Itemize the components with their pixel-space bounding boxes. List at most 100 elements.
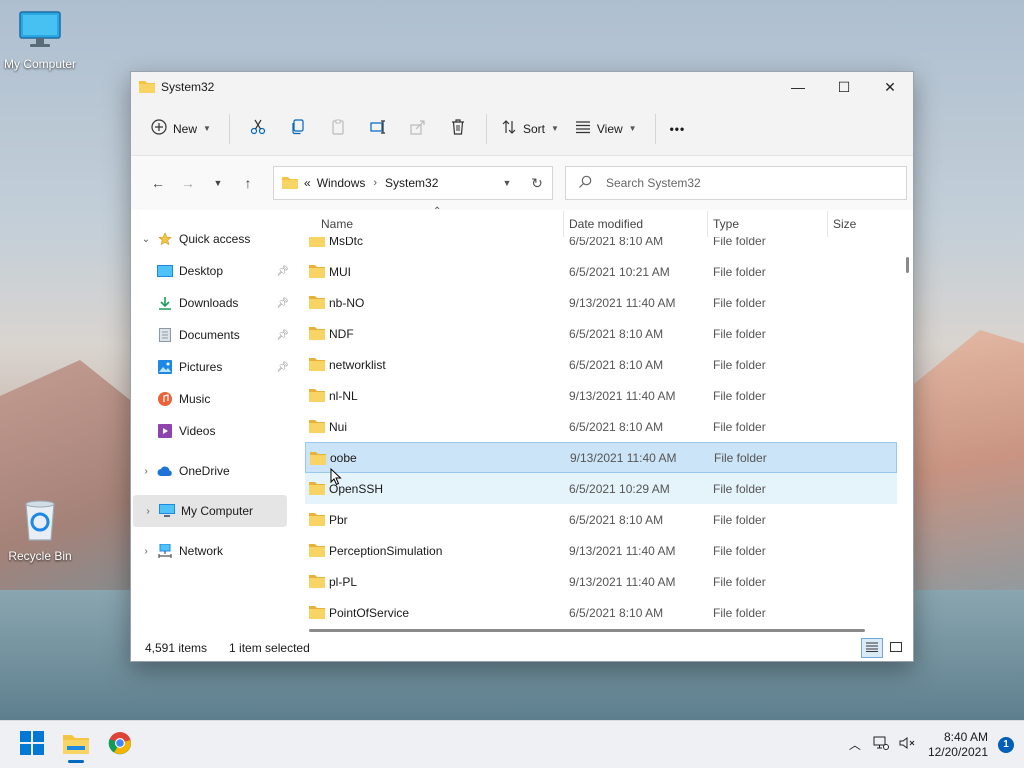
breadcrumb-overflow[interactable]: «	[304, 176, 311, 190]
table-row[interactable]: nl-NL 9/13/2021 11:40 AM File folder	[305, 380, 897, 411]
network-status-button[interactable]	[868, 729, 894, 761]
column-header-name[interactable]: Name	[321, 217, 353, 231]
chevron-down-icon[interactable]: ⌄	[139, 234, 153, 245]
sidebar-item-music[interactable]: Music	[131, 383, 291, 415]
folder-icon	[139, 79, 155, 96]
forward-button[interactable]: →	[173, 168, 203, 198]
breadcrumb-system32[interactable]: System32	[385, 176, 438, 190]
sidebar-item-downloads[interactable]: Downloads 📌︎	[131, 287, 291, 319]
taskbar-chrome[interactable]	[100, 725, 140, 765]
column-divider[interactable]	[827, 211, 828, 237]
column-header-date-modified[interactable]: Date modified	[569, 217, 643, 231]
cut-button[interactable]	[238, 113, 278, 145]
table-row[interactable]: PointOfService 6/5/2021 8:10 AM File folde…	[305, 597, 897, 623]
table-row[interactable]: NDF 6/5/2021 8:10 AM File folder	[305, 318, 897, 349]
sort-ascending-icon: ⌃	[433, 206, 442, 217]
table-row[interactable]: oobe 9/13/2021 11:40 AM File folder	[305, 442, 897, 473]
sidebar-item-label: Music	[179, 392, 211, 406]
sidebar-item-quick-access[interactable]: ⌄ Quick access	[131, 223, 291, 255]
vertical-scrollbar-thumb[interactable]	[906, 257, 909, 273]
volume-button[interactable]	[894, 729, 920, 761]
table-row[interactable]: networklist 6/5/2021 8:10 AM File folder	[305, 349, 897, 380]
sidebar-item-label: Quick access	[179, 232, 251, 246]
address-bar[interactable]: « Windows › System32 ▼ ↻	[273, 166, 553, 200]
file-type: File folder	[713, 574, 766, 589]
vertical-scrollbar[interactable]	[903, 237, 909, 623]
sidebar-item-my-computer[interactable]: › My Computer	[133, 495, 287, 527]
monitor-icon	[159, 503, 175, 519]
file-type: File folder	[713, 605, 766, 620]
recent-locations-button[interactable]: ▼	[203, 168, 233, 198]
more-options-button[interactable]: •••	[664, 113, 692, 145]
search-box[interactable]: Search System32	[565, 166, 907, 200]
refresh-icon: ↻	[531, 174, 543, 191]
view-button[interactable]: View ▼	[569, 113, 643, 145]
start-button[interactable]	[12, 725, 52, 765]
rename-button[interactable]	[358, 113, 398, 145]
table-row[interactable]: PerceptionSimulation 9/13/2021 11:40 AM Fi…	[305, 535, 897, 566]
back-button[interactable]: ←	[143, 168, 173, 198]
column-divider[interactable]	[563, 211, 564, 237]
download-arrow-icon	[157, 295, 173, 311]
table-row[interactable]: OpenSSH 6/5/2021 10:29 AM File folder	[305, 473, 897, 504]
delete-button[interactable]	[438, 113, 478, 145]
star-icon	[157, 231, 173, 247]
file-name: nl-NL	[329, 388, 358, 403]
desktop-icon-my-computer[interactable]: My Computer	[0, 10, 80, 71]
sidebar-item-desktop[interactable]: Desktop 📌︎	[131, 255, 291, 287]
table-row[interactable]: MsDtc 6/5/2021 8:10 AM File folder	[305, 237, 897, 256]
search-placeholder: Search System32	[606, 176, 701, 190]
sidebar-item-videos[interactable]: Videos	[131, 415, 291, 447]
horizontal-scrollbar-thumb[interactable]	[309, 629, 865, 632]
file-type: File folder	[713, 388, 766, 403]
sidebar-item-label: Downloads	[179, 296, 239, 310]
column-header-size[interactable]: Size	[833, 217, 856, 231]
file-name: PerceptionSimulation	[329, 543, 443, 558]
sidebar-item-onedrive[interactable]: › OneDrive	[131, 455, 291, 487]
breadcrumb-windows[interactable]: Windows	[317, 176, 366, 190]
clock-date: 12/20/2021	[927, 744, 988, 759]
paste-button[interactable]	[318, 113, 358, 145]
sort-button[interactable]: Sort ▼	[495, 113, 565, 145]
recycle-bin-icon	[0, 498, 80, 545]
pin-icon: 📌︎	[276, 265, 289, 277]
table-row[interactable]: Nui 6/5/2021 8:10 AM File folder	[305, 411, 897, 442]
chevron-right-icon[interactable]: ›	[139, 466, 153, 477]
maximize-button[interactable]: ☐	[821, 72, 867, 102]
table-row[interactable]: MUI 6/5/2021 10:21 AM File folder	[305, 256, 897, 287]
sidebar-item-network[interactable]: › Network	[131, 535, 291, 567]
clock[interactable]: 8:40 AM 12/20/2021	[928, 730, 988, 760]
new-button[interactable]: New ▼	[145, 113, 217, 145]
picture-icon	[157, 359, 173, 375]
up-button[interactable]: ↑	[233, 168, 263, 198]
close-button[interactable]: ✕	[867, 72, 913, 102]
folder-icon	[309, 543, 325, 560]
chevron-right-icon[interactable]: ›	[139, 546, 153, 557]
desktop-icon-recycle-bin[interactable]: Recycle Bin	[0, 498, 80, 563]
details-view-button[interactable]	[861, 638, 883, 658]
document-icon	[157, 327, 173, 343]
table-row[interactable]: Pbr 6/5/2021 8:10 AM File folder	[305, 504, 897, 535]
file-name: MUI	[329, 264, 351, 279]
copy-button[interactable]	[278, 113, 318, 145]
sidebar-item-documents[interactable]: Documents 📌︎	[131, 319, 291, 351]
minimize-button[interactable]: —	[775, 72, 821, 102]
file-type: File folder	[713, 295, 766, 310]
column-divider[interactable]	[707, 211, 708, 237]
taskbar-file-explorer[interactable]	[56, 725, 96, 765]
table-row[interactable]: pl-PL 9/13/2021 11:40 AM File folder	[305, 566, 897, 597]
notification-badge[interactable]: 1	[998, 736, 1014, 753]
table-row[interactable]: nb-NO 9/13/2021 11:40 AM File folder	[305, 287, 897, 318]
title-bar[interactable]: System32 — ☐ ✕	[131, 72, 913, 102]
file-date-modified: 6/5/2021 8:10 AM	[569, 357, 664, 372]
tiles-view-button[interactable]	[885, 638, 907, 658]
show-hidden-icons-button[interactable]: ︿	[842, 729, 868, 761]
file-type: File folder	[713, 481, 766, 496]
address-history-button[interactable]: ▼	[492, 178, 522, 188]
sidebar-item-pictures[interactable]: Pictures 📌︎	[131, 351, 291, 383]
share-button[interactable]	[398, 113, 438, 145]
chevron-up-icon: ︿	[848, 738, 861, 752]
refresh-button[interactable]: ↻	[522, 175, 552, 192]
chevron-right-icon[interactable]: ›	[141, 506, 155, 517]
column-header-type[interactable]: Type	[713, 217, 739, 231]
